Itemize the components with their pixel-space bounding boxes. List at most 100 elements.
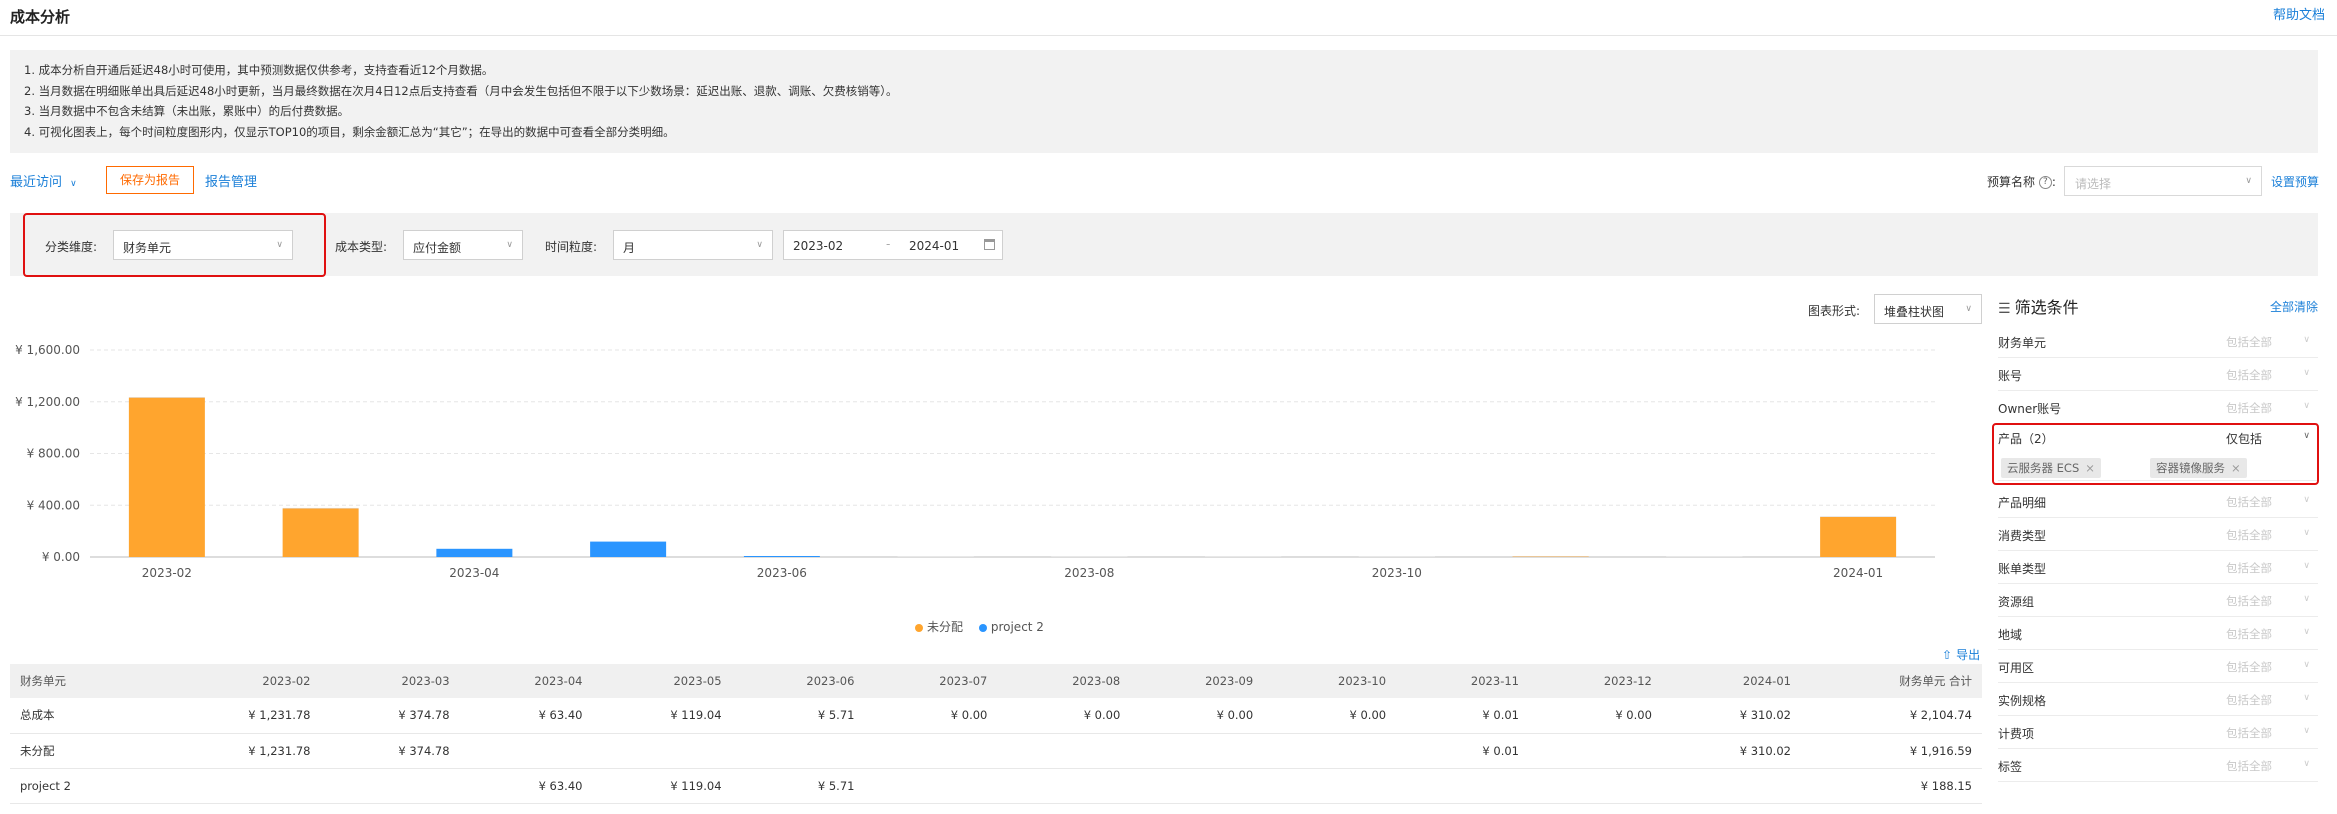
chart-form-select[interactable]: 堆叠柱状图 ∨ [1874, 294, 1982, 324]
cost-table: 财务单元 2023-02 2023-03 2023-04 2023-05 202… [10, 664, 1982, 804]
table-cell: ¥ 63.40 [459, 698, 593, 734]
granularity-select[interactable]: 月 ∨ [613, 230, 773, 260]
filter-name: 产品明细 [1998, 496, 2047, 510]
filter-scope: 包括全部 [2226, 726, 2272, 740]
bar [282, 507, 359, 509]
x-tick-label: 2023-06 [757, 566, 807, 580]
table-cell: ¥ 374.78 [320, 733, 460, 769]
legend-dot [915, 623, 923, 632]
y-tick-label: ¥ 0.00 [42, 550, 80, 564]
table-cell [1528, 733, 1662, 769]
filter-panel-title: ☰ 筛选条件 [1998, 298, 2079, 317]
recent-visits-dropdown[interactable]: 最近访问 ∨ [10, 171, 77, 190]
filter-name: 消费类型 [1998, 529, 2047, 543]
highlight-dimension [23, 213, 326, 277]
legend-item[interactable]: project 2 [978, 620, 1044, 634]
bar [1205, 556, 1282, 557]
date-range-picker[interactable]: 2023-02 - 2024-01 [783, 230, 1003, 260]
table-header-cell: 财务单元 [10, 664, 160, 698]
table-header-cell: 2023-11 [1396, 664, 1529, 698]
legend-item[interactable]: 未分配 [915, 618, 963, 635]
bar [1820, 516, 1897, 517]
table-cell [1263, 733, 1397, 769]
filter-name: 可用区 [1998, 661, 2035, 675]
export-label: 导出 [1956, 648, 1981, 662]
budget-name-label: 预算名称 ?: [1987, 175, 2056, 189]
help-icon[interactable]: ? [2038, 176, 2052, 189]
table-cell [1263, 768, 1397, 804]
filter-scope: 包括全部 [2226, 528, 2272, 542]
table-cell: ¥ 188.15 [1800, 768, 1982, 804]
filter-row-bill-type[interactable]: 账单类型 包括全部 ∨ [1998, 551, 2318, 584]
notice-line: 1. 成本分析自开通后延迟48小时可使用，其中预测数据仅供参考，支持查看近12个… [24, 63, 494, 77]
filter-row-instance-spec[interactable]: 实例规格 包括全部 ∨ [1998, 683, 2318, 716]
filter-row-product-detail[interactable]: 产品明细 包括全部 ∨ [1998, 485, 2318, 518]
chart-form-label: 图表形式: [1808, 304, 1861, 318]
filter-row-consumption-type[interactable]: 消费类型 包括全部 ∨ [1998, 518, 2318, 551]
legend-label: 未分配 [927, 620, 964, 634]
table-cell: ¥ 5.71 [731, 768, 865, 804]
notice-line: 2. 当月数据在明细账单出具后延迟48小时更新，当月最终数据在次月4日12点后支… [24, 83, 898, 98]
table-cell: ¥ 310.02 [1661, 733, 1801, 769]
table-header-cell: 2023-08 [997, 664, 1131, 698]
table-header-cell: 2023-10 [1263, 664, 1397, 698]
table-cell [1396, 768, 1529, 804]
chart-legend: 未分配 project 2 [915, 618, 1056, 635]
table-cell: ¥ 374.78 [320, 698, 460, 734]
table-cell: ¥ 1,916.59 [1800, 733, 1982, 769]
filter-name: 计费项 [1998, 727, 2035, 741]
filter-row-account[interactable]: 账号 包括全部 ∨ [1998, 358, 2318, 391]
chevron-down-icon: ∨ [2303, 335, 2310, 345]
bar [897, 556, 974, 557]
table-cell: ¥ 0.00 [1130, 698, 1264, 734]
filter-row-resource-group[interactable]: 资源组 包括全部 ∨ [1998, 584, 2318, 617]
granularity-label: 时间粒度: [545, 240, 598, 254]
budget-select[interactable]: 请选择 ∨ [2064, 166, 2262, 196]
chevron-down-icon: ∨ [70, 179, 77, 189]
y-tick-label: ¥ 400.00 [27, 498, 80, 512]
table-cell: ¥ 0.00 [1528, 698, 1662, 734]
table-cell [1130, 733, 1264, 769]
notice-line: 4. 可视化图表上，每个时间粒度图形内，仅显示TOP10的项目，剩余金额汇总为“… [24, 124, 675, 139]
top-bar: 成本分析 帮助文档 [0, 0, 2337, 36]
table-row: 未分配 ¥ 1,231.78 ¥ 374.78 ¥ 0.01 ¥ 310.02 … [10, 733, 1982, 769]
filter-row-region[interactable]: 地域 包括全部 ∨ [1998, 617, 2318, 650]
clear-all-button[interactable]: 全部清除 [2270, 298, 2318, 315]
filter-name: 财务单元 [1998, 336, 2047, 350]
filter-row-finance-unit[interactable]: 财务单元 包括全部 ∨ [1998, 325, 2318, 358]
y-tick-label: ¥ 1,600.00 [15, 343, 80, 357]
table-header-cell: 2024-01 [1661, 664, 1801, 698]
bar [128, 397, 205, 398]
x-tick-label: 2023-02 [142, 566, 192, 580]
bar [1512, 556, 1589, 557]
filter-name: 资源组 [1998, 595, 2035, 609]
table-cell [320, 768, 460, 804]
x-tick-label: 2023-10 [1372, 566, 1422, 580]
date-separator: - [886, 237, 891, 251]
y-tick-label: ¥ 800.00 [27, 447, 80, 461]
table-header-cell: 2023-12 [1528, 664, 1662, 698]
filter-list-icon: ☰ [1998, 301, 2011, 317]
save-report-button[interactable]: 保存为报告 [106, 166, 194, 194]
filter-scope: 包括全部 [2226, 495, 2272, 509]
filter-row-owner-account[interactable]: Owner账号 包括全部 ∨ [1998, 391, 2318, 424]
x-tick-label: 2023-04 [449, 566, 499, 580]
table-header-cell: 2023-09 [1130, 664, 1264, 698]
filter-row-zone[interactable]: 可用区 包括全部 ∨ [1998, 650, 2318, 683]
help-docs-link[interactable]: 帮助文档 [2273, 4, 2325, 23]
chevron-down-icon: ∨ [2303, 693, 2310, 703]
set-budget-link[interactable]: 设置预算 [2271, 173, 2319, 190]
export-button[interactable]: ⇧ 导出 [1942, 646, 1980, 663]
chevron-down-icon: ∨ [2303, 759, 2310, 769]
table-cell [997, 768, 1131, 804]
table-header-cell: 2023-07 [864, 664, 998, 698]
filter-name: 标签 [1998, 760, 2023, 774]
cost-type-select[interactable]: 应付金额 ∨ [403, 230, 523, 260]
table-cell [160, 768, 321, 804]
highlight-product [1992, 423, 2319, 485]
chevron-down-icon: ∨ [2303, 495, 2310, 505]
filter-row-billing-item[interactable]: 计费项 包括全部 ∨ [1998, 716, 2318, 749]
filter-row-tag[interactable]: 标签 包括全部 ∨ [1998, 749, 2318, 782]
table-header-cell: 2023-05 [592, 664, 732, 698]
report-management-link[interactable]: 报告管理 [205, 171, 257, 190]
